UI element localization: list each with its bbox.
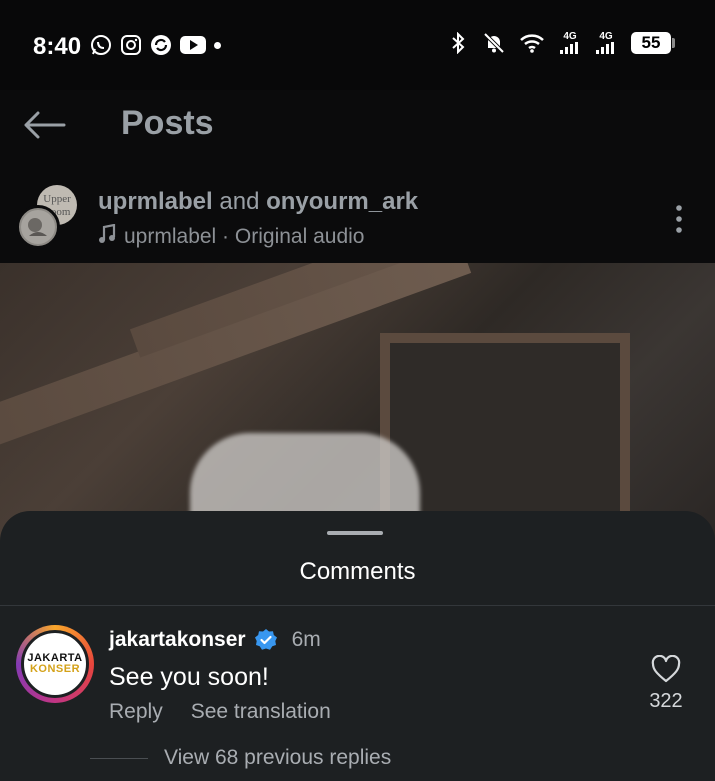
wifi-icon (519, 32, 545, 54)
audio-label: Original audio (234, 225, 365, 248)
signal-4g-icon: 4G (559, 32, 581, 54)
comment-username[interactable]: jakartakonser (109, 628, 246, 652)
comment-actions: Reply See translation (109, 700, 331, 724)
comment-header: jakartakonser 6m (109, 628, 321, 652)
sync-icon (150, 34, 172, 56)
author-1[interactable]: uprmlabel (98, 188, 213, 215)
network-type-1: 4G (563, 31, 577, 42)
status-right-icons: 4G 4G 55 (447, 32, 675, 54)
status-bar: 8:40 4G 4G 55 (0, 0, 715, 90)
audio-separator: · (216, 225, 235, 248)
avatar-logo-line2: KONSER (29, 663, 81, 675)
comments-title: Comments (299, 558, 416, 585)
verified-badge-icon (254, 628, 278, 652)
video-frame[interactable] (0, 263, 715, 543)
whatsapp-icon (90, 34, 112, 56)
comment-text: See you soon! (109, 663, 269, 691)
commenter-avatar[interactable]: JAKARTA KONSER (16, 625, 94, 703)
youtube-icon (180, 34, 206, 56)
network-type-2: 4G (599, 31, 613, 42)
heart-icon[interactable] (651, 654, 681, 683)
audio-info[interactable]: uprmlabel · Original audio (98, 223, 365, 250)
sheet-divider (0, 605, 715, 606)
signal-4g-icon: 4G (595, 32, 617, 54)
battery-level: 55 (631, 32, 671, 54)
see-translation-button[interactable]: See translation (191, 700, 331, 724)
post-authors[interactable]: uprmlabel and onyourm_ark (98, 188, 418, 216)
music-note-icon (98, 223, 116, 250)
view-replies-button[interactable]: View 68 previous replies (164, 746, 391, 770)
mute-icon (483, 32, 505, 54)
sheet-drag-handle[interactable] (327, 531, 383, 535)
author-2[interactable]: onyourm_ark (266, 188, 418, 215)
avatar-onyourm-ark[interactable] (16, 205, 60, 249)
authors-joiner: and (212, 188, 267, 215)
page-title: Posts (121, 104, 214, 142)
post-header: Upper Room uprmlabel and onyourm_ark upr… (0, 170, 715, 263)
back-arrow-icon[interactable] (22, 110, 66, 140)
audio-user: uprmlabel (124, 225, 217, 248)
instagram-icon (120, 34, 142, 56)
status-left-icons (90, 34, 221, 56)
like-count: 322 (649, 690, 683, 712)
status-time: 8:40 (33, 33, 82, 60)
comments-sheet: Comments JAKARTA KONSER jakartakonser 6m… (0, 511, 715, 781)
notification-dot (214, 41, 221, 49)
battery-icon: 55 (631, 32, 675, 54)
more-options-icon[interactable] (675, 204, 683, 234)
reply-button[interactable]: Reply (109, 700, 163, 724)
replies-divider-line (90, 758, 148, 759)
comment-time: 6m (291, 628, 321, 651)
bluetooth-icon (447, 32, 469, 54)
top-bar: Posts (0, 90, 715, 170)
